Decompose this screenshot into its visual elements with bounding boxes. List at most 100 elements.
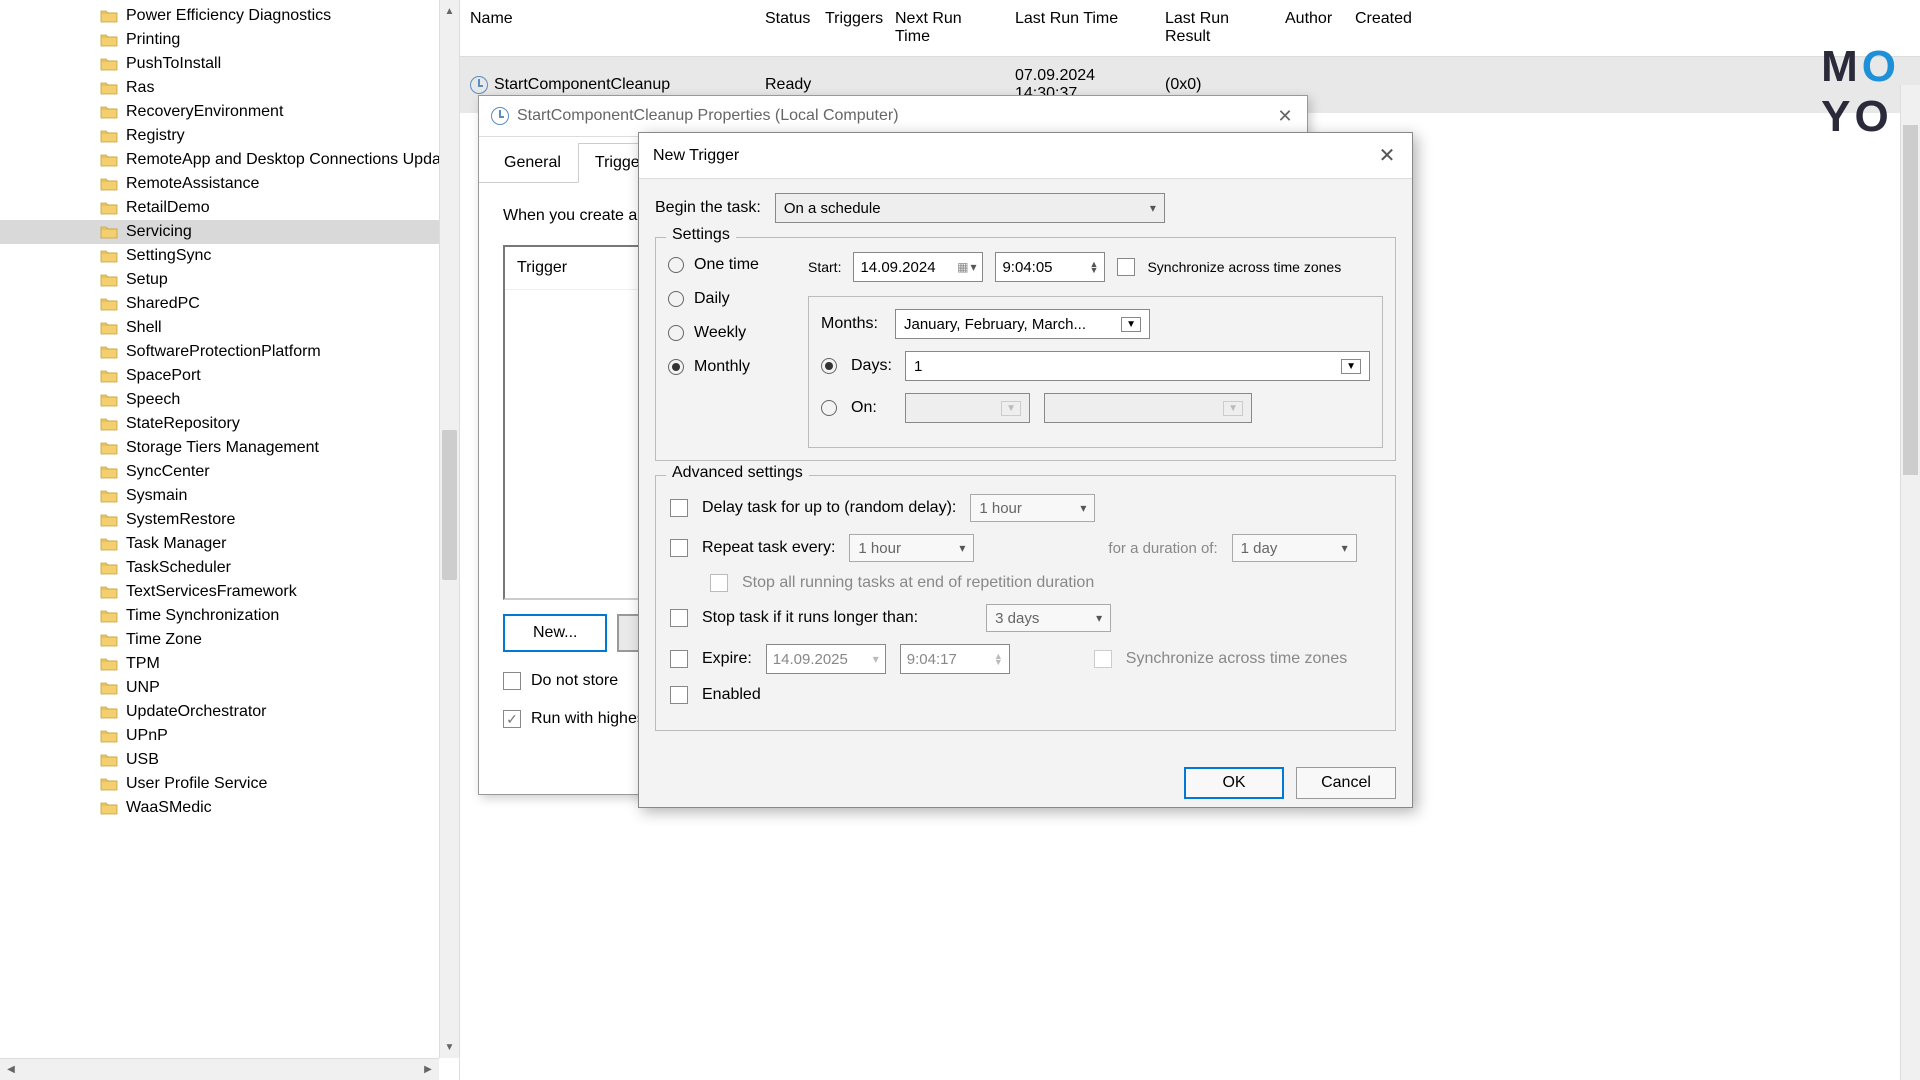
sync-tz2-checkbox[interactable] [1094,650,1112,668]
on-day-select[interactable]: ▼ [1044,393,1252,423]
sync-tz-checkbox[interactable] [1117,258,1135,276]
radio-on[interactable] [821,400,837,416]
delay-select[interactable]: 1 hour▾ [970,494,1095,522]
on-week-select[interactable]: ▼ [905,393,1030,423]
tree-item[interactable]: RemoteAssistance [0,172,459,196]
radio-days[interactable] [821,358,837,374]
tree-item[interactable]: TaskScheduler [0,556,459,580]
tree-item[interactable]: UpdateOrchestrator [0,700,459,724]
tree-item[interactable]: StateRepository [0,412,459,436]
tree-scrollbar-h[interactable]: ◀ ▶ [0,1058,439,1080]
tree-item[interactable]: SoftwareProtectionPlatform [0,340,459,364]
tree-item[interactable]: TextServicesFramework [0,580,459,604]
stop-longer-select[interactable]: 3 days▾ [986,604,1111,632]
folder-icon [100,81,118,95]
right-scrollbar[interactable] [1900,85,1920,1080]
scroll-down-icon[interactable]: ▼ [440,1036,459,1058]
radio-weekly[interactable]: Weekly [668,324,798,342]
tree-item[interactable]: SyncCenter [0,460,459,484]
tree-item[interactable]: Time Zone [0,628,459,652]
scroll-thumb[interactable] [1903,125,1918,475]
tree-item[interactable]: Shell [0,316,459,340]
on-label: On: [851,399,891,417]
tree-item[interactable]: User Profile Service [0,772,459,796]
tree-item[interactable]: SharedPC [0,292,459,316]
folder-icon [100,609,118,623]
tree-item[interactable]: UPnP [0,724,459,748]
scroll-thumb[interactable] [442,430,457,580]
expire-date-input[interactable]: 14.09.2025 ▾ [766,644,886,674]
tree-item[interactable]: Ras [0,76,459,100]
repeat-checkbox[interactable] [670,539,688,557]
scroll-right-icon[interactable]: ▶ [417,1059,439,1080]
tree-item[interactable]: Servicing [0,220,459,244]
delay-checkbox[interactable] [670,499,688,517]
tree-item[interactable]: UNP [0,676,459,700]
tree-pane: Power Efficiency DiagnosticsPrintingPush… [0,0,460,1080]
tree-scrollbar-v[interactable]: ▲ ▼ [439,0,459,1058]
tree-item[interactable]: Speech [0,388,459,412]
col-nextrun[interactable]: Next Run Time [885,4,1005,52]
months-select[interactable]: January, February, March... ▼ [895,309,1150,339]
col-lastresult[interactable]: Last Run Result [1155,4,1275,52]
tree-item[interactable]: Registry [0,124,459,148]
col-lastrun[interactable]: Last Run Time [1005,4,1155,52]
tree-item[interactable]: TPM [0,652,459,676]
radio-monthly[interactable]: Monthly [668,358,798,376]
properties-titlebar[interactable]: StartComponentCleanup Properties (Local … [479,96,1307,137]
col-author[interactable]: Author [1275,4,1345,52]
tree-item[interactable]: RemoteApp and Desktop Connections Upda [0,148,459,172]
tree-item-label: UNP [126,679,160,697]
tab-general[interactable]: General [487,143,578,183]
duration-select[interactable]: 1 day▾ [1232,534,1357,562]
tree-item[interactable]: Storage Tiers Management [0,436,459,460]
ok-button[interactable]: OK [1184,767,1284,799]
begin-task-select[interactable]: On a schedule ▾ [775,193,1165,223]
stop-longer-checkbox[interactable] [670,609,688,627]
do-not-store-checkbox[interactable] [503,672,521,690]
stop-all-checkbox[interactable] [710,574,728,592]
expire-checkbox[interactable] [670,650,688,668]
spinner-icon[interactable]: ▲▼ [1090,261,1099,273]
tree-item[interactable]: Printing [0,28,459,52]
radio-daily[interactable]: Daily [668,290,798,308]
tree-item[interactable]: RetailDemo [0,196,459,220]
tree-item[interactable]: Time Synchronization [0,604,459,628]
tree-item[interactable]: PushToInstall [0,52,459,76]
tree-item[interactable]: SettingSync [0,244,459,268]
tree-item[interactable]: Setup [0,268,459,292]
new-trigger-titlebar[interactable]: New Trigger ✕ [639,133,1412,179]
enabled-checkbox[interactable] [670,686,688,704]
tree-item[interactable]: SystemRestore [0,508,459,532]
chevron-down-icon: ▾ [873,652,879,666]
tree-item[interactable]: Power Efficiency Diagnostics [0,4,459,28]
repeat-select[interactable]: 1 hour▾ [849,534,974,562]
scroll-left-icon[interactable]: ◀ [0,1059,22,1080]
col-created[interactable]: Created [1345,4,1425,52]
tree-item[interactable]: WaaSMedic [0,796,459,820]
properties-title: StartComponentCleanup Properties (Local … [517,107,1275,125]
new-trigger-button[interactable]: New... [503,614,607,652]
close-icon[interactable]: ✕ [1275,106,1295,126]
col-triggers[interactable]: Triggers [815,4,885,52]
start-time-input[interactable]: 9:04:05 ▲▼ [995,252,1105,282]
tree-item[interactable]: USB [0,748,459,772]
start-date-input[interactable]: 14.09.2024 ▦▾ [853,252,983,282]
close-icon[interactable]: ✕ [1376,143,1398,168]
days-select[interactable]: 1 ▼ [905,351,1370,381]
run-highest-checkbox[interactable] [503,710,521,728]
days-label: Days: [851,357,891,375]
tree-item[interactable]: Task Manager [0,532,459,556]
tree-item[interactable]: SpacePort [0,364,459,388]
spinner-icon[interactable]: ▲▼ [994,653,1003,665]
expire-time-input[interactable]: 9:04:17 ▲▼ [900,644,1010,674]
scroll-up-icon[interactable]: ▲ [440,0,459,22]
col-status[interactable]: Status [755,4,815,52]
radio-one-time[interactable]: One time [668,256,798,274]
cancel-button[interactable]: Cancel [1296,767,1396,799]
tree-item-label: TextServicesFramework [126,583,297,601]
tree-item[interactable]: Sysmain [0,484,459,508]
tree-item[interactable]: RecoveryEnvironment [0,100,459,124]
chevron-down-icon: ▼ [1341,359,1361,374]
col-name[interactable]: Name [460,4,755,52]
